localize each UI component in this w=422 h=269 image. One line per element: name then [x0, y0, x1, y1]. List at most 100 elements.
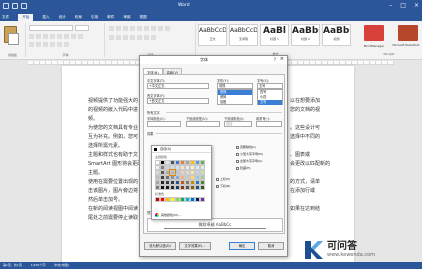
watermark: 可问答 www.kewenda.com: [302, 238, 422, 262]
font-size-box[interactable]: [75, 25, 89, 31]
checkbox-label: 隐藏(H): [240, 166, 251, 170]
save-icon[interactable]: [3, 3, 9, 9]
font-color-palette: 自动(A) 主题颜色 标准色 其他颜色(M)...: [151, 145, 212, 220]
list-item[interactable]: 五号: [258, 100, 282, 105]
paragraph-group: 段落: [106, 23, 196, 57]
color-swatch[interactable]: [169, 169, 176, 176]
redo-icon[interactable]: [21, 3, 27, 9]
paste-icon[interactable]: [4, 26, 19, 45]
paragraph-line: 在添加行或: [290, 188, 316, 194]
font-size-list[interactable]: 四号 小四 五号: [257, 89, 283, 105]
quick-access-toolbar: [3, 3, 27, 9]
addin-label: Microsoft PowerPoint: [392, 44, 420, 47]
effects-label: 效果: [147, 132, 154, 136]
underline-color-select[interactable]: 自动: [224, 121, 252, 127]
ok-button[interactable]: 确定: [229, 242, 255, 250]
style-sample: AaBbCcDc: [230, 27, 258, 34]
cancel-button[interactable]: 取消: [258, 242, 284, 250]
paragraph-line: 。这些设计可: [290, 125, 321, 131]
font-color-select[interactable]: [147, 121, 181, 127]
ribbon-tab[interactable]: 邮件: [107, 15, 114, 20]
divider: [166, 112, 282, 113]
checkbox-subscript[interactable]: 下标(B): [216, 184, 230, 188]
more-colors-option[interactable]: 其他颜色(M)...: [155, 213, 181, 217]
font-color-buttons[interactable]: [29, 42, 69, 47]
style-name: 标题 1: [270, 37, 279, 41]
list-item[interactable]: 加粗: [218, 100, 252, 105]
ribbon-tab[interactable]: 视图: [140, 15, 147, 20]
mindmanager-icon[interactable]: [364, 25, 384, 41]
watermark-name: 可问答: [327, 241, 357, 252]
ribbon-tab[interactable]: 插入: [42, 15, 49, 20]
close-icon[interactable]: ×: [280, 56, 284, 62]
language-indicator[interactable]: 中文(中国): [54, 263, 68, 267]
automatic-color-option[interactable]: 自动(A): [152, 146, 211, 153]
style-name: 标题 2: [301, 37, 310, 41]
window-title: Word: [178, 3, 190, 8]
font-name-box[interactable]: [29, 25, 73, 31]
close-window-icon[interactable]: ×: [414, 2, 419, 10]
ribbon-tab[interactable]: 设计: [59, 15, 66, 20]
text-effects-button[interactable]: 文字效果(E)...: [179, 242, 211, 250]
paragraph-line: 互为补充。例如，您可: [88, 134, 139, 140]
emphasis-select[interactable]: [256, 121, 282, 127]
style-option[interactable]: AaBbC标题: [322, 24, 351, 46]
page-count: 第1页，共1页: [3, 263, 22, 267]
watermark-url: www.kewenda.com: [327, 252, 376, 258]
font-group: 字体: [27, 23, 105, 57]
ribbon-tab[interactable]: 审阅: [123, 15, 130, 20]
checkbox-all-caps[interactable]: 全部大写字母(A): [236, 159, 262, 163]
clipboard-group: 剪贴板: [0, 23, 26, 57]
ribbon-tab[interactable]: 文件: [2, 15, 9, 20]
underline-select[interactable]: [186, 121, 220, 127]
help-icon[interactable]: ?: [274, 57, 276, 62]
paragraph-line: 会更改以匹配新的: [290, 161, 331, 167]
paragraph-line: 的视频的嵌入代码中进: [88, 107, 139, 113]
font-style-list[interactable]: 常规 倾斜 加粗: [217, 89, 253, 105]
checkbox-hidden[interactable]: 隐藏(H): [236, 166, 251, 170]
checkbox-superscript[interactable]: 上标(P): [216, 177, 230, 181]
style-name: 无间隔: [238, 37, 248, 41]
checkbox-icon[interactable]: [236, 159, 239, 163]
align-buttons[interactable]: [109, 35, 156, 40]
color-swatch[interactable]: [200, 197, 205, 202]
checkbox-icon[interactable]: [236, 152, 239, 156]
checkbox-small-caps[interactable]: 小型大写字母(M): [236, 152, 263, 156]
paragraph-line: 尾处之前需要停止读取: [88, 215, 139, 221]
maximize-icon[interactable]: □: [400, 2, 406, 10]
checkbox-label: 双删除线(L): [240, 145, 257, 149]
paragraph-line: 为使您的文档具有专业: [88, 125, 139, 131]
theme-color-grid: [155, 160, 205, 190]
list-buttons[interactable]: [109, 26, 170, 31]
western-font-select[interactable]: +西文正文: [147, 98, 209, 104]
powerpoint-icon[interactable]: [398, 25, 418, 41]
checkbox-icon[interactable]: [236, 166, 239, 170]
checkbox-icon[interactable]: [216, 184, 219, 188]
minimize-icon[interactable]: –: [389, 2, 392, 10]
checkbox-label: 下标(B): [220, 184, 231, 188]
checkbox-icon[interactable]: [216, 177, 219, 181]
color-swatch[interactable]: [200, 185, 205, 190]
checkbox-icon[interactable]: [236, 145, 239, 149]
ribbon-tab[interactable]: 开始: [18, 13, 34, 21]
word-count[interactable]: 1/232个字: [31, 263, 46, 267]
addin-label: MindManager: [363, 44, 385, 48]
paragraph-line: 、图表或: [290, 152, 311, 158]
undo-icon[interactable]: [12, 3, 18, 9]
ribbon-tab[interactable]: 引用: [91, 15, 98, 20]
style-option[interactable]: AaBbCcDc 无间隔: [229, 24, 258, 46]
checkbox-label: 全部大写字母(A): [240, 159, 263, 163]
set-default-button[interactable]: 设为默认值(D): [144, 242, 176, 250]
paragraph-line: 选择所需元素。: [88, 143, 124, 149]
style-sample: AaBbC: [323, 26, 350, 36]
paragraph-line: 击该图片，图片旁边将: [88, 188, 139, 194]
preview-box: 微软卓越 AaBbCc: [147, 218, 283, 232]
font-format-buttons[interactable]: [29, 34, 83, 39]
checkbox-double-strike[interactable]: 双删除线(L): [236, 145, 256, 149]
style-option[interactable]: AaBbCcDc 正文: [198, 24, 227, 46]
ribbon-tab[interactable]: 布局: [75, 15, 82, 20]
paragraph-line: SmartArt 图形将会更改: [88, 161, 143, 167]
style-option[interactable]: AaBbC标题 2: [291, 24, 320, 46]
chinese-font-select[interactable]: +中文正文: [147, 83, 209, 89]
style-option[interactable]: AaBl 标题 1: [260, 24, 289, 46]
